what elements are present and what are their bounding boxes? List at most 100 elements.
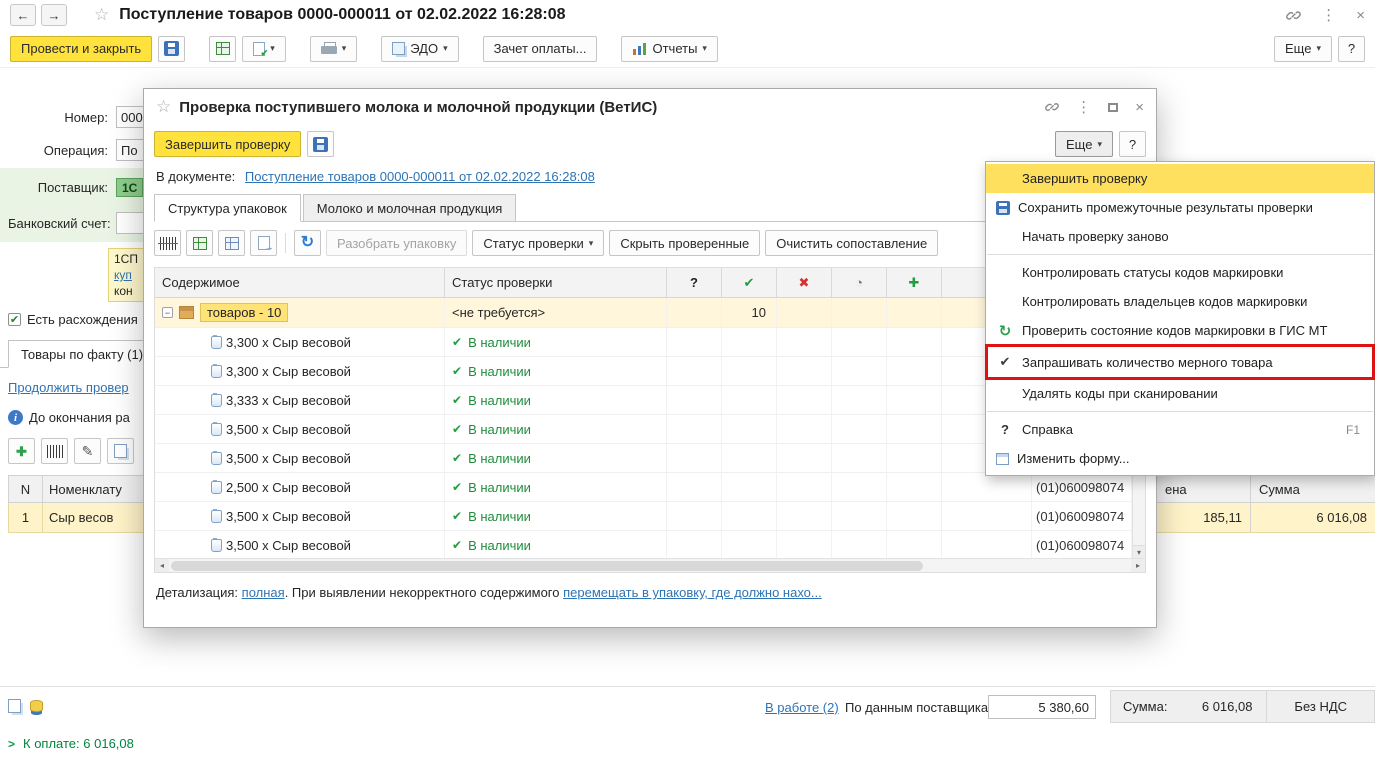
close-icon[interactable]: × <box>1356 8 1365 23</box>
more-button-dialog[interactable]: Еще ▾ <box>1055 131 1113 157</box>
post-document-button[interactable] <box>209 35 237 62</box>
menu-item[interactable]: Контролировать статусы кодов маркировки <box>986 258 1374 287</box>
group-content-cell: − товаров - 10 <box>155 298 445 327</box>
in-work-link[interactable]: В работе (2) <box>765 700 839 715</box>
check-icon: ✔ <box>452 335 463 349</box>
print-button[interactable]: ▾ <box>309 35 358 62</box>
item-content-cell: 3,300 x Сыр весовой <box>155 357 445 385</box>
more-button-main[interactable]: Еще ▾ <box>1274 35 1332 62</box>
goods-row-right[interactable]: 185,11 6 016,08 <box>1157 503 1375 533</box>
tab-milk-products[interactable]: Молоко и молочная продукция <box>302 194 517 222</box>
export-table-button[interactable] <box>186 230 213 256</box>
item-quantity: 3,500 x Сыр весовой <box>226 508 351 524</box>
col-n[interactable]: N <box>9 476 43 502</box>
item-content-cell: 3,500 x Сыр весовой <box>155 415 445 443</box>
edo-button[interactable]: ЭДО ▾ <box>381 35 459 62</box>
hide-checked-button[interactable]: Скрыть проверенные <box>609 230 761 256</box>
save-button[interactable] <box>158 35 186 62</box>
payment-offset-button[interactable]: Зачет оплаты... <box>482 35 598 62</box>
link-icon[interactable] <box>1286 8 1302 23</box>
toolbar-separator <box>285 233 286 253</box>
menu-separator <box>987 411 1373 412</box>
document-link[interactable]: Поступление товаров 0000-000011 от 02.02… <box>245 169 595 184</box>
col-errors[interactable]: ✖ <box>777 268 832 297</box>
operation-value: По <box>121 142 138 158</box>
menu-item-label: Проверить состояние кодов маркировки в Г… <box>1022 323 1328 338</box>
maximize-icon[interactable] <box>1108 102 1119 112</box>
more-dots-icon[interactable]: ⋮ <box>1076 100 1091 115</box>
move-to-package-link[interactable]: перемещать в упаковку, где должно нахо..… <box>563 585 822 600</box>
cell-empty <box>887 357 942 385</box>
barcode-scan-button[interactable] <box>154 230 181 256</box>
clear-matching-button[interactable]: Очистить сопоставление <box>765 230 939 256</box>
scroll-down-icon[interactable]: ▾ <box>1133 545 1145 558</box>
forward-button[interactable]: → <box>41 4 67 26</box>
toolbar-extra-button[interactable] <box>107 438 134 464</box>
col-check-status[interactable]: Статус проверки <box>445 268 667 297</box>
menu-item[interactable]: ? Справка F1 <box>986 415 1374 444</box>
menu-item[interactable]: ↻ Проверить состояние кодов маркировки в … <box>986 316 1374 345</box>
col-content[interactable]: Содержимое <box>155 268 445 297</box>
help-button-main[interactable]: ? <box>1338 35 1365 62</box>
package-item-row[interactable]: 3,500 x Сыр весовой ✔ В наличии (01)0600980… <box>155 531 1132 560</box>
discrepancy-checkbox-row[interactable]: ✔ Есть расхождения <box>8 312 138 327</box>
refresh-button[interactable]: ↻ <box>294 230 321 256</box>
back-button[interactable]: ← <box>10 4 36 26</box>
menu-item[interactable]: Контролировать владельцев кодов маркиров… <box>986 287 1374 316</box>
post-and-close-button[interactable]: Провести и закрыть <box>10 35 153 62</box>
scroll-left-icon[interactable]: ◂ <box>155 559 169 572</box>
caret-down-icon: ▾ <box>702 43 707 53</box>
menu-item[interactable]: ✔ Запрашивать количество мерного товара <box>985 344 1375 380</box>
create-based-on-button[interactable]: ▾ <box>242 35 286 62</box>
load-doc-button[interactable] <box>250 230 277 256</box>
scroll-right-icon[interactable]: ▸ <box>1131 559 1145 572</box>
supplier-input[interactable]: 1С <box>116 178 144 197</box>
link-icon[interactable] <box>1045 100 1060 114</box>
item-content-cell: 2,500 x Сыр весовой <box>155 473 445 501</box>
plus-icon: ✚ <box>16 443 27 459</box>
goods-grid-right: ена Сумма 185,11 6 016,08 <box>1157 475 1375 533</box>
save-intermediate-button[interactable] <box>307 131 335 157</box>
checkbox-checked-icon[interactable]: ✔ <box>8 313 21 326</box>
favorite-star-icon[interactable]: ☆ <box>94 5 109 25</box>
favorite-star-icon[interactable]: ☆ <box>156 97 171 117</box>
col-sum[interactable]: Сумма <box>1251 476 1375 502</box>
col-unchecked[interactable]: ? <box>667 268 722 297</box>
discrepancy-label: Есть расхождения <box>27 312 138 327</box>
edit-row-button[interactable]: ✎ <box>74 438 101 464</box>
barcode-scan-button[interactable] <box>41 438 68 464</box>
back-icon: ← <box>16 7 30 23</box>
col-added[interactable]: ✚ <box>887 268 942 297</box>
menu-item[interactable]: Завершить проверку <box>986 164 1374 193</box>
col-price[interactable]: ена <box>1157 476 1251 502</box>
add-row-button[interactable]: ✚ <box>8 438 35 464</box>
finish-check-button[interactable]: Завершить проверку <box>154 131 302 157</box>
package-item-row[interactable]: 3,500 x Сыр весовой ✔ В наличии (01)0600980… <box>155 502 1132 531</box>
check-status-filter-button[interactable]: Статус проверки ▾ <box>472 230 605 256</box>
by-supplier-input[interactable] <box>988 695 1096 719</box>
package-item-row[interactable]: 2,500 x Сыр весовой ✔ В наличии (01)0600980… <box>155 473 1132 502</box>
menu-item[interactable]: Изменить форму... <box>986 444 1374 473</box>
menu-item[interactable]: Начать проверку заново <box>986 222 1374 251</box>
menu-item[interactable]: Удалять коды при сканировании <box>986 379 1374 408</box>
more-dots-icon[interactable]: ⋮ <box>1321 8 1336 23</box>
to-pay-expander[interactable]: > К оплате: 6 016,08 <box>8 736 134 751</box>
close-icon[interactable]: × <box>1135 100 1144 115</box>
detail-level-link[interactable]: полная <box>242 585 285 600</box>
unpack-button[interactable]: Разобрать упаковку <box>326 230 468 256</box>
menu-item[interactable]: Сохранить промежуточные результаты прове… <box>986 193 1374 222</box>
tab-goods-by-fact[interactable]: Товары по факту (1) <box>8 340 157 368</box>
table-view-button[interactable] <box>218 230 245 256</box>
item-quantity: 3,333 x Сыр весовой <box>226 392 351 408</box>
col-partial[interactable]: ◔ <box>832 268 887 297</box>
col-checked[interactable]: ✔ <box>722 268 777 297</box>
database-icon[interactable] <box>30 700 43 715</box>
scrollbar-thumb[interactable] <box>171 560 924 571</box>
documents-icon[interactable] <box>8 699 21 716</box>
tab-package-structure[interactable]: Структура упаковок <box>154 194 301 222</box>
help-button-dialog[interactable]: ? <box>1119 131 1146 157</box>
collapse-expander-icon[interactable]: − <box>162 307 173 318</box>
reports-button[interactable]: Отчеты ▾ <box>621 35 718 62</box>
horizontal-scrollbar[interactable]: ◂ ▸ <box>155 558 1145 572</box>
continue-check-link[interactable]: Продолжить провер <box>8 380 129 395</box>
